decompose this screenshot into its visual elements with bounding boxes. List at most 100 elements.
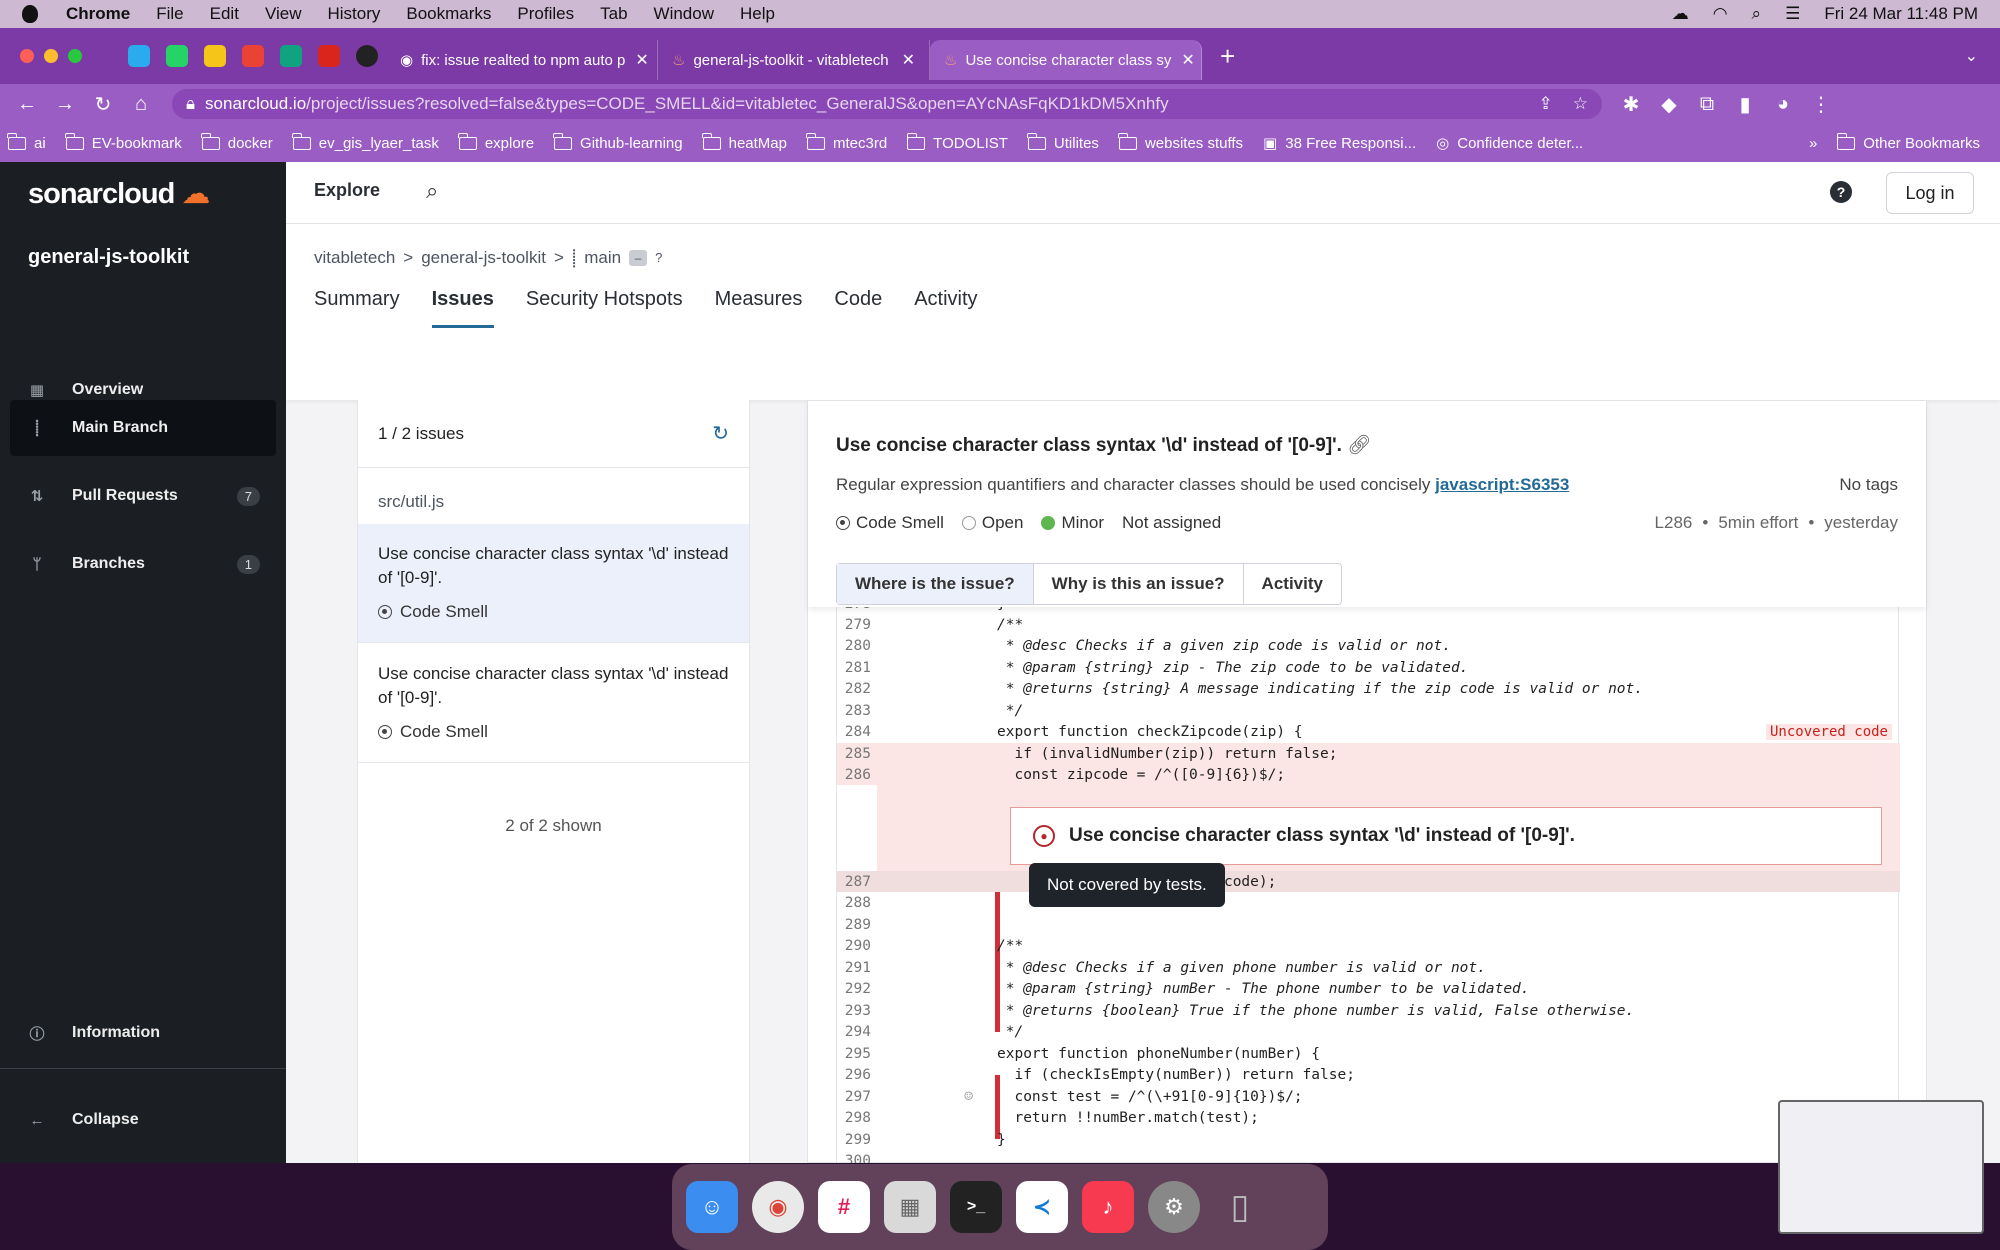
chevron-down-icon[interactable]: ⌄ — [1965, 46, 1978, 66]
line-number[interactable]: 291 — [837, 960, 877, 976]
tab-security-hotspots[interactable]: Security Hotspots — [526, 288, 683, 328]
line-number[interactable]: 288 — [837, 895, 877, 911]
bookmark-folder[interactable]: explore — [458, 132, 534, 152]
menu-edit[interactable]: Edit — [210, 4, 239, 24]
home-icon[interactable]: ⌂ — [122, 93, 160, 116]
trash-icon[interactable]: ▯ — [1214, 1181, 1266, 1233]
telegram-tab-icon[interactable] — [128, 45, 150, 67]
bookmark-folder[interactable]: TODOLIST — [906, 132, 1008, 152]
list-item[interactable]: Use concise character class syntax '\d' … — [358, 524, 749, 643]
line-number[interactable]: 294 — [837, 1024, 877, 1040]
tab-summary[interactable]: Summary — [314, 288, 400, 328]
bookmark-folder[interactable]: websites stuffs — [1118, 132, 1243, 152]
slack-icon[interactable]: # — [818, 1181, 870, 1233]
breadcrumb-project[interactable]: general-js-toolkit — [421, 248, 546, 268]
new-tab-icon[interactable]: + — [1220, 41, 1235, 72]
bookmark-folder[interactable]: mtec3rd — [806, 132, 887, 152]
line-number[interactable]: 281 — [837, 660, 877, 676]
menu-window[interactable]: Window — [654, 4, 714, 24]
tab-issue-activity[interactable]: Activity — [1244, 564, 1341, 604]
other-bookmarks[interactable]: Other Bookmarks — [1836, 132, 1980, 152]
tab-measures[interactable]: Measures — [715, 288, 803, 328]
close-tab-icon[interactable]: ✕ — [892, 50, 915, 70]
sidebar-item-main-branch[interactable]: ⸽ Main Branch — [10, 400, 276, 456]
back-icon[interactable]: ← — [8, 93, 46, 116]
bookmark-folder[interactable]: Github-learning — [553, 132, 683, 152]
tags[interactable]: No tags — [1839, 475, 1898, 495]
forward-icon[interactable]: → — [46, 93, 84, 116]
finder-icon[interactable]: ☺ — [686, 1181, 738, 1233]
tab-activity[interactable]: Activity — [914, 288, 977, 328]
project-name[interactable]: general-js-toolkit — [28, 246, 189, 269]
line-number[interactable]: 282 — [837, 681, 877, 697]
link-icon[interactable]: 🔗︎ — [1347, 435, 1371, 456]
line-number[interactable]: 280 — [837, 638, 877, 654]
breadcrumb-org[interactable]: vitabletech — [314, 248, 395, 268]
inline-issue-box[interactable]: ● Use concise character class syntax '\d'… — [1010, 807, 1882, 865]
issue-type[interactable]: Code Smell — [836, 513, 944, 533]
tab-issues[interactable]: Issues — [431, 288, 494, 328]
bookmark-folder[interactable]: Utilites — [1027, 132, 1099, 152]
sidebar-item-branches[interactable]: ᛘ Branches 1 — [10, 536, 276, 592]
control-center-icon[interactable]: ☰ — [1785, 4, 1800, 24]
line-number[interactable]: 296 — [837, 1067, 877, 1083]
tab-github-issue[interactable]: ◉ fix: issue realted to npm auto p ✕ — [386, 40, 658, 80]
sidepanel-icon[interactable]: ▮ — [1726, 92, 1764, 117]
line-number[interactable]: 295 — [837, 1046, 877, 1062]
menubar-clock[interactable]: Fri 24 Mar 11:48 PM — [1824, 4, 1978, 24]
close-window-icon[interactable] — [20, 49, 34, 63]
line-number[interactable]: 283 — [837, 703, 877, 719]
avatar[interactable]: ◕ — [1764, 93, 1802, 116]
line-number[interactable]: 287 — [837, 874, 877, 890]
line-number[interactable]: 300 — [837, 1153, 877, 1163]
music-icon[interactable]: ♪ — [1082, 1181, 1134, 1233]
whatsapp-tab-icon[interactable] — [166, 45, 188, 67]
cloud-icon[interactable]: ☁ — [1672, 4, 1689, 24]
menu-view[interactable]: View — [265, 4, 302, 24]
collapse-button[interactable]: ← Collapse — [10, 1092, 276, 1148]
menu-tab[interactable]: Tab — [600, 4, 627, 24]
menu-app-name[interactable]: Chrome — [66, 4, 130, 24]
zoom-window-icon[interactable] — [68, 49, 82, 63]
terminal-icon[interactable]: >_ — [950, 1181, 1002, 1233]
reload-icon[interactable]: ↻ — [84, 92, 122, 117]
vscode-icon[interactable]: ≺ — [1016, 1181, 1068, 1233]
tab-sonar-issue[interactable]: ♨ Use concise character class sy ✕ — [930, 40, 1202, 80]
puzzle-icon[interactable]: ⧉ — [1688, 93, 1726, 116]
wifi-icon[interactable]: ◠ — [1713, 4, 1728, 24]
explore-link[interactable]: Explore — [314, 180, 380, 201]
tab-code[interactable]: Code — [834, 288, 882, 328]
line-number[interactable]: 290 — [837, 938, 877, 954]
help-icon[interactable]: ? — [655, 250, 662, 265]
sidebar-item-information[interactable]: ⓘ Information — [10, 1005, 276, 1061]
more-menu-icon[interactable]: ⋮ — [1802, 92, 1840, 117]
github-tab-icon[interactable] — [356, 45, 378, 67]
bookmarks-overflow[interactable]: » — [1809, 135, 1817, 152]
line-number[interactable]: 292 — [837, 981, 877, 997]
bookmark-folder[interactable]: ev_gis_lyaer_task — [292, 132, 439, 152]
search-icon[interactable]: ⌕ — [1752, 4, 1762, 24]
line-number[interactable]: 279 — [837, 617, 877, 633]
bookmark-folder[interactable]: ai — [7, 132, 46, 152]
search-icon[interactable]: ⌕ — [426, 178, 438, 204]
launchpad-icon[interactable]: ▦ — [884, 1181, 936, 1233]
login-button[interactable]: Log in — [1886, 172, 1974, 214]
menu-help[interactable]: Help — [740, 4, 775, 24]
refresh-icon[interactable]: ↻ — [712, 421, 729, 446]
sonarcloud-logo[interactable]: sonarcloud ☁ — [28, 176, 210, 211]
chrome-icon[interactable]: ◉ — [752, 1181, 804, 1233]
bookmark-link[interactable]: ▣ 38 Free Responsi... — [1263, 134, 1416, 153]
line-number[interactable]: 289 — [837, 917, 877, 933]
bookmark-folder[interactable]: heatMap — [702, 132, 787, 152]
menu-profiles[interactable]: Profiles — [517, 4, 574, 24]
bookmark-link[interactable]: ◎ Confidence deter... — [1436, 134, 1583, 153]
line-number[interactable]: 298 — [837, 1110, 877, 1126]
apple-icon[interactable] — [22, 5, 38, 23]
toptal-tab-icon[interactable] — [318, 45, 340, 67]
menu-bookmarks[interactable]: Bookmarks — [406, 4, 491, 24]
help-icon[interactable]: ? — [1830, 181, 1852, 203]
menu-file[interactable]: File — [156, 4, 183, 24]
line-number[interactable]: 284 — [837, 724, 877, 740]
tab-where-is-the-issue[interactable]: Where is the issue? — [837, 564, 1034, 604]
line-number[interactable]: 286 — [837, 767, 877, 783]
